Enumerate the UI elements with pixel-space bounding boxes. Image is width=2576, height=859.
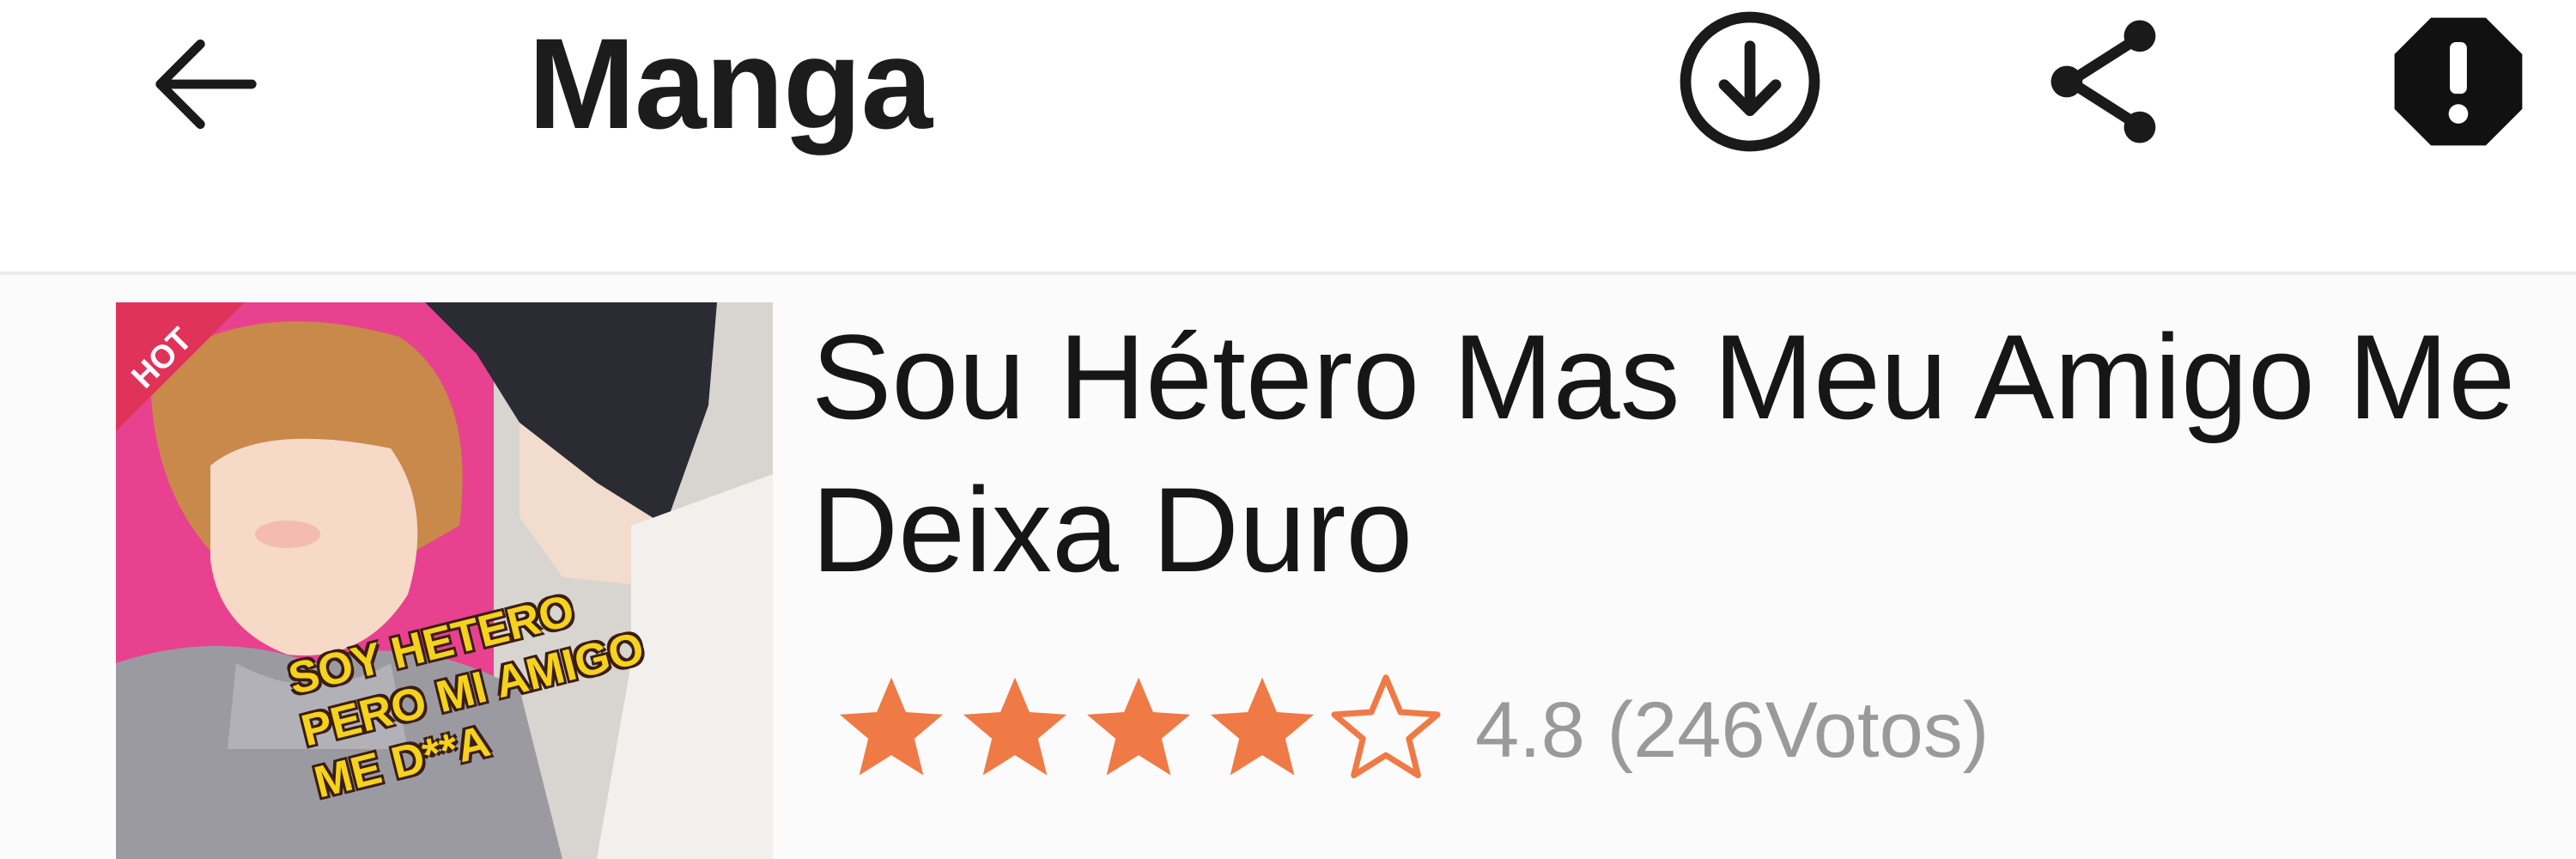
- report-button[interactable]: [2379, 4, 2537, 163]
- rating-row[interactable]: 4.8 (246Votos): [831, 670, 1989, 790]
- page-title: Manga: [528, 11, 933, 155]
- share-icon: [2033, 9, 2179, 159]
- download-button[interactable]: [1670, 4, 1829, 163]
- app-bar: Manga: [0, 0, 2576, 275]
- star-filled-icon: [955, 670, 1075, 790]
- report-octagon-icon: [2385, 9, 2531, 159]
- manga-title: Sou Hétero Mas Meu Amigo Me Deixa Duro: [811, 309, 2516, 597]
- download-circle-icon: [1673, 4, 1827, 163]
- star-filled-icon: [831, 670, 951, 790]
- back-button[interactable]: [129, 9, 283, 163]
- share-button[interactable]: [2026, 4, 2185, 163]
- vote-count: (246Votos): [1607, 686, 1990, 774]
- manga-cover-image[interactable]: HOT SOY HETERO PERO MI AMIGO ME D**A: [116, 302, 773, 859]
- star-filled-icon: [1078, 670, 1199, 790]
- arrow-left-icon: [137, 15, 275, 157]
- rating-summary: 4.8 (246Votos): [1475, 670, 1989, 790]
- manga-detail-screen: Manga HOT SOY HETERO PERO MI AMIGO ME D*…: [0, 0, 2576, 859]
- star-empty-icon: [1326, 670, 1446, 790]
- rating-value: 4.8: [1475, 686, 1585, 774]
- star-filled-icon: [1202, 670, 1322, 790]
